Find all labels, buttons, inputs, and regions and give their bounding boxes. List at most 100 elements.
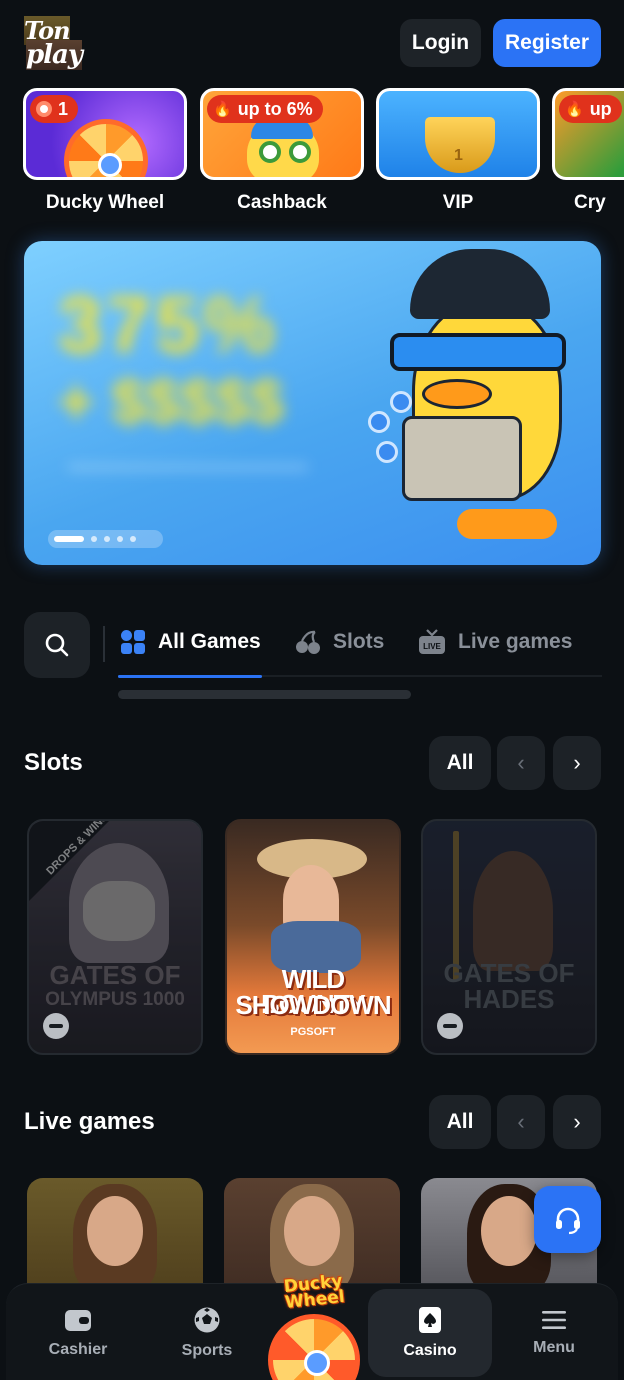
live-tv-icon: LIVE xyxy=(419,629,445,654)
bottom-navigation: Cashier Sports Ducky Wheel Casino Menu xyxy=(6,1271,618,1380)
game-card-wild-bounty-showdown[interactable]: WILD BOUNTY SHOWDOWN PGSOFT xyxy=(225,819,401,1055)
active-tab-indicator xyxy=(118,675,262,678)
promo-label-vip: VIP xyxy=(442,192,474,213)
carousel-indicator[interactable] xyxy=(48,530,163,548)
nav-sports[interactable]: Sports xyxy=(145,1284,269,1380)
soccer-ball-icon xyxy=(194,1307,220,1332)
promo-label-ducky-wheel: Ducky Wheel xyxy=(45,192,165,213)
nav-cashier[interactable]: Cashier xyxy=(16,1284,140,1380)
promo-badge-text: up to 6% xyxy=(237,98,313,119)
flame-icon: 🔥 xyxy=(565,101,584,118)
tab-live-games[interactable]: LIVE Live games xyxy=(418,622,572,662)
slots-all-button[interactable]: All xyxy=(429,736,491,790)
tab-label: Slots xyxy=(333,630,385,653)
promo-badge-text: 1 xyxy=(58,98,69,119)
chevron-left-icon: ‹ xyxy=(517,1109,525,1134)
duck-beak xyxy=(422,379,492,409)
carousel-dot[interactable] xyxy=(130,536,136,542)
header: ✦ Ton play Login Register xyxy=(0,0,624,84)
ton-coin-icon xyxy=(376,441,398,463)
carousel-dot[interactable] xyxy=(117,536,123,542)
promo-badge-text: up xyxy=(589,98,612,119)
blocked-icon xyxy=(43,1013,69,1039)
promo-card-crypto[interactable]: 🔥 up xyxy=(552,88,624,180)
game-card-gates-of-olympus-1000[interactable]: DROPS & WINS GATES OF OLYMPUS 1000 xyxy=(27,819,203,1055)
login-button[interactable]: Login xyxy=(400,19,481,67)
promo-card-cashback[interactable]: 🔥 up to 6% xyxy=(200,88,364,180)
promo-label-cashback: Cashback xyxy=(237,192,327,213)
flame-icon: 🔥 xyxy=(213,101,232,118)
ton-coin-icon xyxy=(390,391,412,413)
trophy-number: 1 xyxy=(454,147,463,164)
dealer-face xyxy=(284,1196,340,1266)
chevron-right-icon: › xyxy=(573,1109,581,1134)
banner-blurred-headline: 375% xyxy=(58,280,279,369)
treasure-chest-icon xyxy=(402,416,522,501)
nav-label: Cashier xyxy=(48,1340,108,1358)
live-prev-button[interactable]: ‹ xyxy=(497,1095,545,1149)
promo-carousel: 1 Ducky Wheel 🔥 up to 6% Cashback 1 VIP … xyxy=(0,88,624,218)
carousel-dot[interactable] xyxy=(104,536,110,542)
ducky-wheel-logo: Ducky Wheel xyxy=(263,1271,366,1314)
wheel-icon xyxy=(268,1314,360,1380)
carousel-dot[interactable] xyxy=(91,536,97,542)
tab-label: Live games xyxy=(458,630,573,653)
game-card-gates-of-hades[interactable]: GATES OF HADES xyxy=(421,819,597,1055)
dealer-face xyxy=(87,1196,143,1266)
tonplay-logo[interactable]: ✦ Ton play xyxy=(22,14,86,72)
tab-separator xyxy=(103,626,105,662)
support-chat-button[interactable] xyxy=(534,1186,601,1253)
hero-banner[interactable]: 375% + $$$$$ —————————— xyxy=(24,241,601,565)
search-icon xyxy=(45,633,69,657)
blocked-icon xyxy=(437,1013,463,1039)
nav-menu[interactable]: Menu xyxy=(492,1284,616,1380)
duck-feet xyxy=(457,509,557,539)
ton-coin-icon xyxy=(368,411,390,433)
carousel-dot-active[interactable] xyxy=(54,536,84,542)
register-button[interactable]: Register xyxy=(493,19,601,67)
wallet-icon xyxy=(65,1309,91,1331)
chevron-left-icon: ‹ xyxy=(517,750,525,775)
wheel-icon xyxy=(64,119,148,177)
tab-label: All Games xyxy=(158,630,261,653)
chevron-right-icon: › xyxy=(573,750,581,775)
duck-mascot-image xyxy=(362,241,601,565)
search-button[interactable] xyxy=(24,612,90,678)
tab-all-games[interactable]: All Games xyxy=(120,622,261,662)
slots-prev-button[interactable]: ‹ xyxy=(497,736,545,790)
banner-blurred-caption: —————————— xyxy=(68,453,308,480)
card-spade-icon xyxy=(419,1307,441,1333)
nav-label: Menu xyxy=(533,1338,575,1356)
duck-eye-right xyxy=(289,141,311,163)
section-title-slots: Slots xyxy=(24,749,83,776)
cherries-icon xyxy=(296,630,320,654)
section-title-live-games: Live games xyxy=(24,1108,155,1135)
dealer-face xyxy=(481,1196,537,1266)
slots-next-button[interactable]: › xyxy=(553,736,601,790)
promo-card-ducky-wheel[interactable]: 1 xyxy=(23,88,187,180)
logo-text-bottom: play xyxy=(26,40,83,70)
banner-blurred-subheadline: + $$$$$ xyxy=(58,368,284,437)
duck-cap xyxy=(410,249,550,319)
nav-label: Sports xyxy=(181,1341,233,1359)
nav-ducky-wheel[interactable]: Ducky Wheel xyxy=(264,1271,364,1380)
record-dot-icon xyxy=(36,101,52,117)
duck-eye-left xyxy=(259,141,281,163)
hamburger-icon xyxy=(542,1310,566,1329)
live-all-button[interactable]: All xyxy=(429,1095,491,1149)
promo-card-vip[interactable]: 1 xyxy=(376,88,540,180)
nav-label: Casino xyxy=(403,1342,457,1359)
tabs-scrollbar[interactable] xyxy=(118,690,411,699)
sunglasses-icon xyxy=(390,333,566,371)
tab-slots[interactable]: Slots xyxy=(295,622,384,662)
svg-text:LIVE: LIVE xyxy=(423,642,441,651)
promo-label-crypto: Cry xyxy=(574,192,606,213)
promo-badge: 1 xyxy=(30,95,79,123)
promo-badge: 🔥 up xyxy=(559,95,622,123)
promo-badge: 🔥 up to 6% xyxy=(207,95,323,123)
provider-label: PGSOFT xyxy=(290,1026,336,1038)
game-title-line2: SHOWDOWN xyxy=(235,990,391,1020)
grid-icon xyxy=(121,630,145,654)
nav-casino[interactable]: Casino xyxy=(368,1289,492,1377)
live-next-button[interactable]: › xyxy=(553,1095,601,1149)
